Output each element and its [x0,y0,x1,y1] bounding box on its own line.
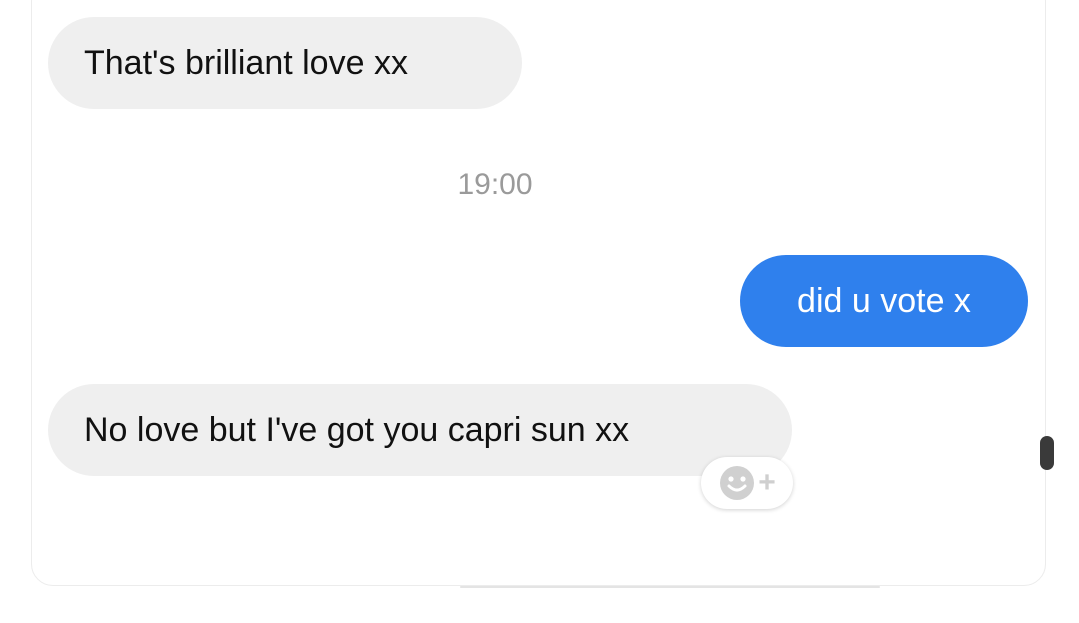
smiley-icon [718,464,756,502]
partial-avatar [1040,436,1054,470]
add-reaction-button[interactable]: + [701,457,793,509]
plus-icon: + [758,466,776,499]
chat-screenshot: That's brilliant love xx 19:00 did u vot… [0,0,1079,623]
incoming-message-bubble[interactable]: No love but I've got you capri sun xx [48,384,792,476]
outgoing-message-bubble[interactable]: did u vote x [740,255,1028,347]
message-timestamp: 19:00 [457,168,533,201]
divider [460,586,880,588]
incoming-message-bubble[interactable]: That's brilliant love xx [48,17,522,109]
